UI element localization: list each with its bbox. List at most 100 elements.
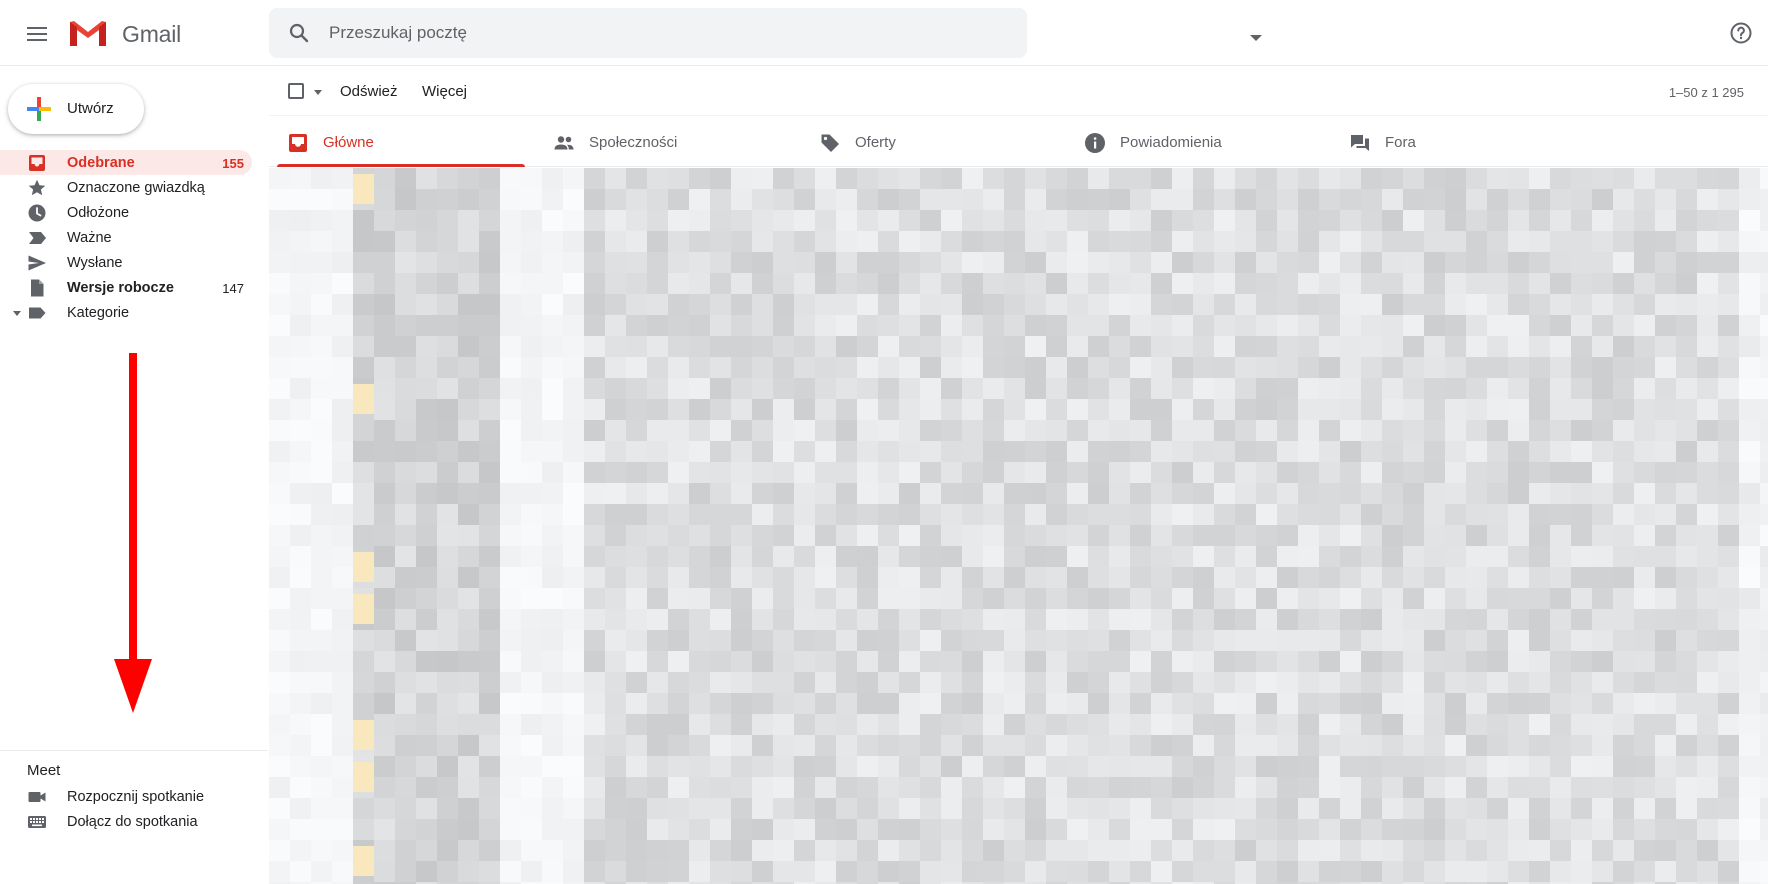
importance-marker[interactable] (353, 384, 374, 414)
email-row[interactable] (269, 840, 1768, 882)
importance-marker[interactable] (353, 846, 374, 876)
pixel-block (689, 693, 710, 714)
tab-updates[interactable]: Powiadomienia (1066, 117, 1314, 167)
more-button[interactable]: Więcej (422, 83, 467, 100)
pixel-block (1634, 840, 1655, 861)
pixel-block (899, 189, 920, 210)
email-row[interactable] (269, 294, 1768, 336)
tab-primary[interactable]: Główne (269, 117, 525, 167)
pixel-block (1697, 630, 1718, 651)
pixel-block (1172, 504, 1193, 525)
pixel-block (1256, 378, 1277, 399)
pixel-block (1151, 315, 1172, 336)
email-row[interactable] (269, 252, 1768, 294)
sidebar-item-inbox[interactable]: Odebrane 155 (0, 150, 252, 175)
pixel-block (1718, 420, 1739, 441)
sidebar-item-sent[interactable]: Wysłane (0, 250, 252, 275)
pixel-block (941, 714, 962, 735)
pixel-block (1718, 714, 1739, 735)
email-row[interactable] (269, 336, 1768, 378)
sidebar-item-categories[interactable]: Kategorie (0, 300, 252, 325)
pixel-block (395, 294, 416, 315)
pixel-block (353, 525, 374, 546)
email-row[interactable] (269, 210, 1768, 252)
meet-start-meeting[interactable]: Rozpocznij spotkanie (0, 784, 252, 809)
pixel-block (1235, 441, 1256, 462)
email-row[interactable] (269, 168, 1768, 210)
meet-join-meeting[interactable]: Dołącz do spotkania (0, 809, 252, 834)
search-input[interactable] (329, 18, 949, 48)
pixel-block (857, 189, 878, 210)
main-menu-icon[interactable] (20, 17, 54, 51)
pixel-block (857, 273, 878, 294)
pixel-block (1613, 840, 1634, 861)
tab-promotions[interactable]: Oferty (801, 117, 1049, 167)
pixel-block (1424, 798, 1445, 819)
pixel-block (1130, 651, 1151, 672)
select-menu-chevron-down-icon[interactable] (314, 90, 322, 95)
pixel-block (773, 693, 794, 714)
pixel-block (353, 651, 374, 672)
pixel-block (1508, 483, 1529, 504)
pixel-block (332, 819, 353, 840)
importance-marker[interactable] (353, 594, 374, 624)
pixel-block (1340, 525, 1361, 546)
pixel-block (1466, 861, 1487, 882)
pixel-block (542, 231, 563, 252)
pixel-block (290, 252, 311, 273)
pixel-block (1718, 735, 1739, 756)
pixel-block (815, 861, 836, 882)
pixel-block (416, 609, 437, 630)
importance-marker[interactable] (353, 762, 374, 792)
email-row[interactable] (269, 378, 1768, 420)
importance-marker[interactable] (353, 552, 374, 582)
pixel-block (311, 420, 332, 441)
pixel-block (1361, 567, 1382, 588)
pixel-block (1676, 714, 1697, 735)
sidebar-item-snoozed[interactable]: Odłożone (0, 200, 252, 225)
gmail-logo-icon[interactable] (68, 18, 108, 48)
pixel-block (1088, 231, 1109, 252)
pixel-block (1487, 609, 1508, 630)
pixel-block (920, 798, 941, 819)
pixel-block (773, 840, 794, 861)
importance-marker[interactable] (353, 720, 374, 750)
email-row[interactable] (269, 630, 1768, 672)
email-row[interactable] (269, 714, 1768, 756)
pixel-block (1046, 735, 1067, 756)
pixel-block (479, 567, 500, 588)
pixel-block (689, 630, 710, 651)
pixel-block (668, 567, 689, 588)
tab-forums[interactable]: Fora (1331, 117, 1579, 167)
app-brand[interactable]: Gmail (122, 21, 181, 48)
help-circle-icon[interactable] (1729, 21, 1753, 45)
pixel-block (269, 168, 290, 189)
search-bar[interactable] (269, 8, 1262, 58)
email-row[interactable] (269, 420, 1768, 462)
email-row[interactable] (269, 798, 1768, 840)
expand-chevron-down-icon[interactable] (13, 311, 21, 316)
sidebar-item-important[interactable]: Ważne (0, 225, 252, 250)
email-row[interactable] (269, 462, 1768, 504)
email-row[interactable] (269, 672, 1768, 714)
importance-marker[interactable] (353, 174, 374, 204)
email-row[interactable] (269, 588, 1768, 630)
search-icon[interactable] (287, 21, 311, 45)
refresh-button[interactable]: Odśwież (340, 83, 398, 100)
pixel-block (1340, 588, 1361, 609)
pixel-block (332, 189, 353, 210)
pixel-block (1004, 630, 1025, 651)
email-row[interactable] (269, 546, 1768, 588)
select-all-checkbox[interactable] (288, 83, 304, 99)
email-row[interactable] (269, 504, 1768, 546)
email-row[interactable] (269, 756, 1768, 798)
sidebar-item-starred[interactable]: Oznaczone gwiazdką (0, 175, 252, 200)
pixel-block (563, 357, 584, 378)
compose-button[interactable]: Utwórz (8, 84, 144, 134)
sidebar-item-drafts[interactable]: Wersje robocze 147 (0, 275, 252, 300)
pixel-block (1088, 840, 1109, 861)
clock-icon (28, 204, 46, 222)
tab-social[interactable]: Społeczności (535, 117, 783, 167)
search-options-chevron-down-icon[interactable] (1250, 35, 1262, 41)
pixel-block (815, 840, 836, 861)
